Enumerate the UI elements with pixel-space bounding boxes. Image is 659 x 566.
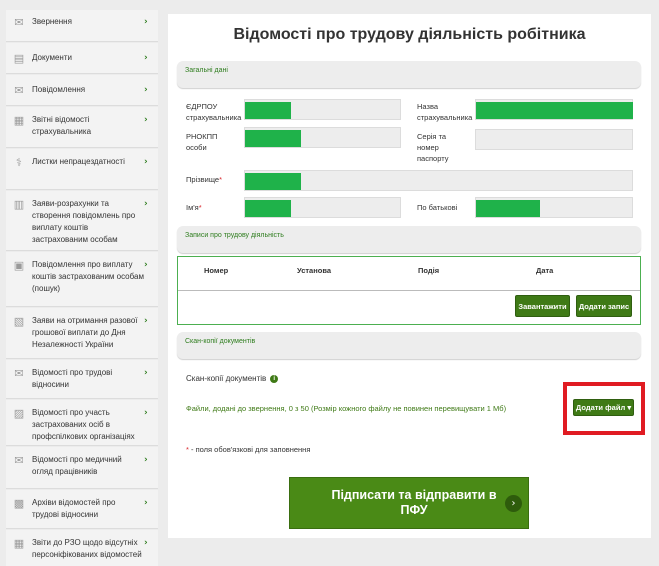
load-button[interactable]: Завантажити: [515, 295, 570, 317]
sidebar-item[interactable]: ▩ Архіви відомостей про трудові відносини…: [6, 490, 158, 529]
sidebar-item-label: Листки непрацездатності: [32, 157, 125, 166]
search-payment-icon: ▣: [13, 259, 25, 272]
chevron-right-icon: ›: [144, 157, 148, 167]
chevron-right-icon: ›: [144, 260, 148, 270]
chevron-right-icon: ›: [144, 538, 148, 548]
chevron-right-icon: ›: [144, 455, 148, 465]
table-divider: [178, 290, 640, 291]
sidebar-item-label: Звіти до РЗО щодо відсутніх персоніфіков…: [32, 538, 142, 559]
document-icon: ▤: [13, 52, 25, 65]
sidebar-item-label: Повідомлення: [32, 85, 86, 94]
surname-label: Прізвище*: [186, 175, 223, 184]
sidebar: ✉ Звернення › ▤ Документи › ✉ Повідомлення › ▦ Зві…: [6, 10, 158, 566]
chevron-right-icon: ›: [144, 368, 148, 378]
sidebar-item-label: Заяви на отримання разової грошової випл…: [32, 316, 138, 349]
sidebar-item[interactable]: ▤ Документи ›: [6, 43, 158, 74]
redacted-value: [245, 130, 301, 147]
section-label: Скан-копії документів: [185, 338, 256, 345]
surname-field[interactable]: [244, 170, 633, 191]
page-title: Відомості про трудову діяльність робітни…: [233, 26, 586, 43]
add-record-button[interactable]: Додати запис: [576, 295, 632, 317]
sidebar-item[interactable]: ▨ Відомості про участь застрахованих осіб…: [6, 400, 158, 446]
chevron-right-icon: ›: [144, 85, 148, 95]
union-icon: ▨: [13, 407, 25, 420]
sidebar-item[interactable]: ✉ Повідомлення ›: [6, 75, 158, 106]
sidebar-item[interactable]: ✉ Звернення ›: [6, 10, 158, 42]
redacted-value: [245, 102, 291, 119]
report-icon: ▦: [13, 114, 25, 127]
sidebar-item[interactable]: ▦ Звітні відомості страхувальника ›: [6, 107, 158, 148]
sidebar-item-label: Архіви відомостей про трудові відносини: [32, 498, 116, 519]
files-note: Файли, додані до звернення, 0 з 50 (Розм…: [186, 404, 507, 413]
section-label: Записи про трудову діяльність: [185, 232, 284, 239]
sidebar-item[interactable]: ▧ Заяви на отримання разової грошової вип…: [6, 308, 158, 359]
chevron-down-icon: ▾: [627, 403, 632, 412]
patronymic-label: По батькові: [417, 203, 458, 212]
edrpou-label: ЄДРПОУ страхувальника: [186, 102, 242, 122]
envelope-icon: ✉: [14, 454, 24, 467]
scans-label: Скан-копії документів i: [186, 374, 279, 383]
scans-section: Скан-копії документів: [177, 332, 641, 359]
edrpou-field[interactable]: [244, 99, 401, 120]
submit-label: Підписати та відправити в ПФУ: [331, 488, 497, 517]
redacted-value: [476, 102, 633, 119]
envelope-icon: ✉: [14, 367, 24, 380]
redacted-value: [476, 200, 540, 217]
general-data-section: Загальні дані: [177, 61, 641, 88]
passport-label: Серія та номер паспорту: [417, 132, 449, 163]
arrow-right-icon: ›: [505, 495, 522, 512]
insurer-name-label: Назва страхувальника: [417, 102, 473, 122]
sidebar-item[interactable]: ▣ Повідомлення про виплату коштів застрах…: [6, 252, 158, 307]
column-header-institution: Установа: [297, 266, 332, 275]
add-file-button[interactable]: Додати файл ▾: [573, 399, 634, 416]
sidebar-item-label: Звітні відомості страхувальника: [32, 115, 92, 136]
passport-field[interactable]: [475, 129, 633, 150]
name-label: Ім'я*: [186, 203, 202, 212]
rnokpp-label: РНОКПП особи: [186, 132, 218, 152]
sidebar-item[interactable]: ▦ Звіти до РЗО щодо відсутніх персоніфіко…: [6, 530, 158, 566]
info-icon[interactable]: i: [270, 374, 279, 383]
insurer-name-field[interactable]: [475, 99, 633, 120]
required-note: * - поля обов'язкові для заповнення: [186, 445, 311, 454]
column-header-date: Дата: [536, 266, 554, 275]
sidebar-item[interactable]: ✉ Відомості про трудові відносини ›: [6, 360, 158, 399]
rnokpp-field[interactable]: [244, 127, 401, 148]
sidebar-item-label: Відомості про участь застрахованих осіб …: [32, 408, 135, 441]
envelope-icon: ✉: [14, 84, 24, 97]
sick-leave-icon: ⚕: [16, 156, 22, 169]
column-header-event: Подія: [418, 266, 440, 275]
sidebar-item-label: Документи: [32, 53, 72, 62]
archive-icon: ▩: [13, 497, 25, 510]
sidebar-item-label: Заяви-розрахунки та створення повідомлен…: [32, 199, 136, 244]
application-icon: ▧: [13, 315, 25, 328]
redacted-value: [245, 173, 301, 190]
redacted-value: [245, 200, 291, 217]
records-table: Номер Установа Подія Дата: [177, 256, 641, 325]
name-field[interactable]: [244, 197, 401, 218]
sidebar-item[interactable]: ▥ Заяви-розрахунки та створення повідомле…: [6, 191, 158, 251]
chevron-right-icon: ›: [144, 199, 148, 209]
chevron-right-icon: ›: [144, 498, 148, 508]
chevron-right-icon: ›: [144, 17, 148, 27]
calculation-icon: ▥: [13, 198, 25, 211]
sidebar-item-label: Відомості про трудові відносини: [32, 368, 113, 389]
sign-and-send-button[interactable]: Підписати та відправити в ПФУ ›: [289, 477, 529, 529]
chevron-right-icon: ›: [144, 408, 148, 418]
section-label: Загальні дані: [185, 67, 228, 74]
main-panel: Відомості про трудову діяльність робітни…: [168, 14, 651, 538]
sidebar-item-label: Відомості про медичний огляд працівників: [32, 455, 122, 476]
sidebar-item-label: Звернення: [32, 17, 72, 26]
sidebar-item[interactable]: ⚕ Листки непрацездатності ›: [6, 149, 158, 190]
chevron-right-icon: ›: [144, 316, 148, 326]
chevron-right-icon: ›: [144, 115, 148, 125]
sidebar-item[interactable]: ✉ Відомості про медичний огляд працівникі…: [6, 447, 158, 489]
report-icon: ▦: [13, 537, 25, 550]
sidebar-item-label: Повідомлення про виплату коштів застрахо…: [32, 260, 144, 293]
chevron-right-icon: ›: [144, 53, 148, 63]
envelope-icon: ✉: [14, 16, 24, 29]
patronymic-field[interactable]: [475, 197, 633, 218]
records-section: Записи про трудову діяльність: [177, 226, 641, 253]
column-header-number: Номер: [204, 266, 229, 275]
